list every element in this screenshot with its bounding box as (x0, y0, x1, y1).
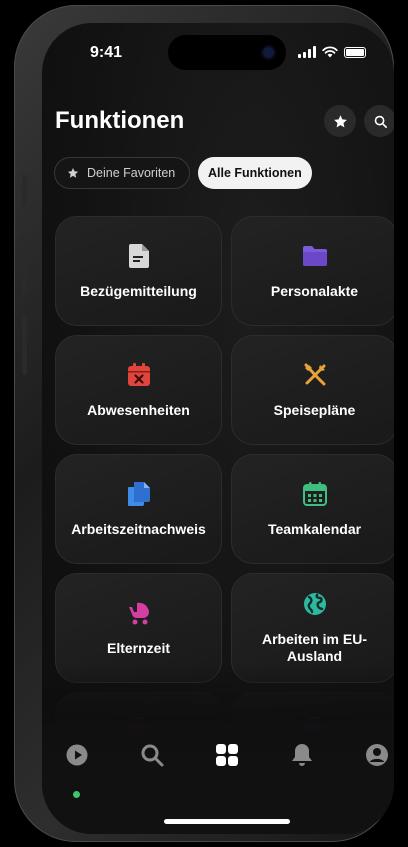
side-button (22, 175, 27, 207)
wifi-icon (322, 46, 338, 58)
tab-label: Alle Funktionen (208, 166, 302, 180)
tile-arbeitszeitnachweis[interactable]: Arbeitszeitnachweis (55, 454, 222, 564)
documents-icon (126, 481, 152, 507)
tile-label: Teamkalendar (267, 520, 362, 537)
star-icon (67, 168, 79, 178)
tile-bezuegemitteilung[interactable]: Bezügemitteilung (55, 216, 222, 326)
baby-carriage-icon (126, 600, 152, 626)
document-icon (126, 243, 152, 269)
home-indicator[interactable] (164, 819, 290, 824)
tab-favorites[interactable]: Deine Favoriten (54, 157, 190, 189)
tab-label: Deine Favoriten (87, 166, 176, 180)
tile-label: Arbeiten im EU-Ausland (261, 631, 367, 664)
signal-icon (298, 46, 316, 58)
tile-teamkalendar[interactable]: Teamkalendar (231, 454, 394, 564)
tile-label: Elternzeit (106, 639, 170, 656)
play-circle-icon (66, 744, 88, 766)
folder-icon (302, 243, 328, 269)
tile-label: Speisepläne (273, 401, 356, 418)
favorites-button[interactable] (324, 105, 356, 137)
tile-personalakte[interactable]: Personalakte (231, 216, 394, 326)
tab-home[interactable] (64, 742, 90, 768)
tab-all-functions[interactable]: Alle Funktionen (198, 157, 312, 189)
bottom-tab-bar (42, 722, 394, 834)
screen: 9:41 Funktionen Deine Favoriten Alle Fun… (42, 23, 394, 834)
status-icons (298, 46, 366, 58)
dynamic-island (168, 35, 286, 70)
calendar-x-icon (126, 362, 152, 388)
side-button (22, 235, 27, 295)
search-button[interactable] (364, 105, 394, 137)
tab-notifications[interactable] (289, 742, 315, 768)
side-button (22, 315, 27, 375)
globe-icon (302, 591, 328, 617)
utensils-icon (302, 362, 328, 388)
phone-frame: 9:41 Funktionen Deine Favoriten Alle Fun… (14, 5, 394, 842)
search-icon (374, 115, 387, 128)
tab-search[interactable] (139, 742, 165, 768)
search-icon (141, 744, 164, 767)
tab-profile[interactable] (364, 742, 390, 768)
grid-icon (216, 744, 238, 766)
star-icon (333, 114, 347, 127)
tile-label: Bezügemitteilung (80, 282, 197, 299)
tile-abwesenheiten[interactable]: Abwesenheiten (55, 335, 222, 445)
bell-icon (292, 744, 312, 766)
camera-icon (263, 47, 274, 58)
tile-speiseplaene[interactable]: Speisepläne (231, 335, 394, 445)
page-title: Funktionen (55, 107, 185, 134)
active-indicator-dot (73, 791, 80, 798)
tile-label: Abwesenheiten (87, 401, 190, 418)
tile-label: Arbeitszeitnachweis (71, 520, 206, 537)
tab-functions[interactable] (214, 742, 240, 768)
tile-label: Personalakte (270, 282, 359, 299)
battery-icon (344, 46, 366, 58)
profile-icon (366, 744, 388, 766)
calendar-grid-icon (302, 481, 328, 507)
filter-tabs: Deine Favoriten Alle Funktionen (54, 157, 312, 189)
status-time: 9:41 (90, 44, 123, 61)
